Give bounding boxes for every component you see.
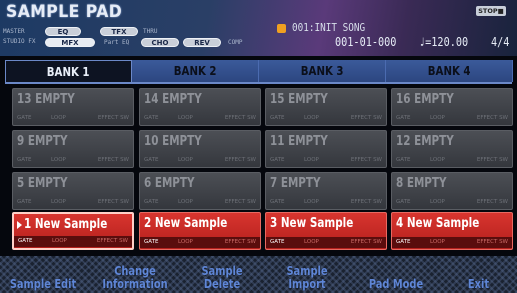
pad-name: 2 New Sample <box>144 216 228 231</box>
pad-name: 4 New Sample <box>396 216 480 231</box>
pad-status-bar: GATE LOOP EFFECT SW <box>270 199 382 205</box>
pad-status-bar: GATE LOOP EFFECT SW <box>396 199 508 205</box>
pad-name: 7 EMPTY <box>270 176 321 191</box>
pad-10[interactable]: 10 EMPTY GATE LOOP EFFECT SW <box>139 130 261 168</box>
pad-5[interactable]: 5 EMPTY GATE LOOP EFFECT SW <box>12 172 134 210</box>
tab-bank-4[interactable]: BANK 4 <box>386 60 513 82</box>
eq-indicator: EQ <box>45 27 81 36</box>
pad-name: 15 EMPTY <box>270 92 328 107</box>
pad-status-bar: GATE LOOP EFFECT SW <box>144 157 256 163</box>
sample-import-button[interactable]: Sample Import <box>262 256 352 293</box>
function-bar: Sample Edit Change Information Sample Dele… <box>0 256 517 293</box>
tab-bank-1[interactable]: BANK 1 <box>5 60 132 82</box>
pad-name: 14 EMPTY <box>144 92 202 107</box>
sample-edit-button[interactable]: Sample Edit <box>0 256 86 293</box>
pad-name: 12 EMPTY <box>396 134 454 149</box>
tfx-indicator: TFX <box>100 27 138 36</box>
pad-name: 9 EMPTY <box>17 134 68 149</box>
pad-2[interactable]: 2 New Sample GATE LOOP EFFECT SW <box>139 212 261 250</box>
change-information-button[interactable]: Change Information <box>86 256 184 293</box>
pad-name: 6 EMPTY <box>144 176 195 191</box>
pad-name: 11 EMPTY <box>270 134 328 149</box>
pad-6[interactable]: 6 EMPTY GATE LOOP EFFECT SW <box>139 172 261 210</box>
status-header: SAMPLE PAD MASTER STUDIO FX EQ TFX THRU … <box>0 0 517 56</box>
pad-3[interactable]: 3 New Sample GATE LOOP EFFECT SW <box>265 212 387 250</box>
studio-fx-label: STUDIO FX <box>3 38 36 45</box>
pad-status-bar: GATE LOOP EFFECT SW <box>17 199 129 205</box>
pad-9[interactable]: 9 EMPTY GATE LOOP EFFECT SW <box>12 130 134 168</box>
pad-14[interactable]: 14 EMPTY GATE LOOP EFFECT SW <box>139 88 261 126</box>
rev-indicator: REV <box>183 38 221 47</box>
play-arrow-icon <box>17 221 22 229</box>
tab-bank-2[interactable]: BANK 2 <box>132 60 259 82</box>
pad-name: 16 EMPTY <box>396 92 454 107</box>
pad-1[interactable]: 1 New Sample GATE LOOP EFFECT SW <box>12 212 134 250</box>
pad-status-bar: GATE LOOP EFFECT SW <box>144 199 256 205</box>
part-eq-label: Part EQ <box>104 39 130 46</box>
pad-status-bar: GATE LOOP EFFECT SW <box>266 237 386 248</box>
app-title: SAMPLE PAD <box>6 2 123 22</box>
pad-4[interactable]: 4 New Sample GATE LOOP EFFECT SW <box>391 212 513 250</box>
pad-status-bar: GATE LOOP EFFECT SW <box>14 236 132 247</box>
pad-status-bar: GATE LOOP EFFECT SW <box>396 115 508 121</box>
time-signature: 4/4 <box>491 35 510 49</box>
master-label: MASTER <box>3 28 25 35</box>
pad-13[interactable]: 13 EMPTY GATE LOOP EFFECT SW <box>12 88 134 126</box>
pad-name: 13 EMPTY <box>17 92 75 107</box>
pad-name: 10 EMPTY <box>144 134 202 149</box>
pad-status-bar: GATE LOOP EFFECT SW <box>140 237 260 248</box>
pad-name: 5 EMPTY <box>17 176 68 191</box>
pad-mode-button[interactable]: Pad Mode <box>352 256 440 293</box>
pad-status-bar: GATE LOOP EFFECT SW <box>144 115 256 121</box>
pad-8[interactable]: 8 EMPTY GATE LOOP EFFECT SW <box>391 172 513 210</box>
pad-status-bar: GATE LOOP EFFECT SW <box>396 157 508 163</box>
comp-label: COMP <box>228 39 243 46</box>
pad-status-bar: GATE LOOP EFFECT SW <box>270 115 382 121</box>
pad-status-bar: GATE LOOP EFFECT SW <box>392 237 512 248</box>
thru-label: THRU <box>143 28 158 35</box>
song-icon <box>277 24 286 33</box>
pad-15[interactable]: 15 EMPTY GATE LOOP EFFECT SW <box>265 88 387 126</box>
bank-tabs: BANK 1 BANK 2 BANK 3 BANK 4 <box>5 60 515 82</box>
pad-11[interactable]: 11 EMPTY GATE LOOP EFFECT SW <box>265 130 387 168</box>
song-position: 001-01-000 <box>335 35 397 49</box>
tab-bank-3[interactable]: BANK 3 <box>259 60 386 82</box>
transport-status-badge: STOP■ <box>476 6 506 16</box>
sample-delete-button[interactable]: Sample Delete <box>184 256 260 293</box>
tempo-readout[interactable]: ♩=120.00 <box>419 35 468 49</box>
pad-12[interactable]: 12 EMPTY GATE LOOP EFFECT SW <box>391 130 513 168</box>
pad-status-bar: GATE LOOP EFFECT SW <box>17 157 129 163</box>
pad-name: 8 EMPTY <box>396 176 447 191</box>
pad-name: 1 New Sample <box>24 217 108 232</box>
exit-button[interactable]: Exit <box>440 256 517 293</box>
pad-7[interactable]: 7 EMPTY GATE LOOP EFFECT SW <box>265 172 387 210</box>
pad-16[interactable]: 16 EMPTY GATE LOOP EFFECT SW <box>391 88 513 126</box>
pad-name: 3 New Sample <box>270 216 354 231</box>
pad-status-bar: GATE LOOP EFFECT SW <box>270 157 382 163</box>
pad-status-bar: GATE LOOP EFFECT SW <box>17 115 129 121</box>
song-name[interactable]: 001:INIT SONG <box>292 21 365 34</box>
mfx-indicator: MFX <box>45 38 95 47</box>
cho-indicator: CHO <box>141 38 179 47</box>
tab-divider <box>5 82 512 84</box>
